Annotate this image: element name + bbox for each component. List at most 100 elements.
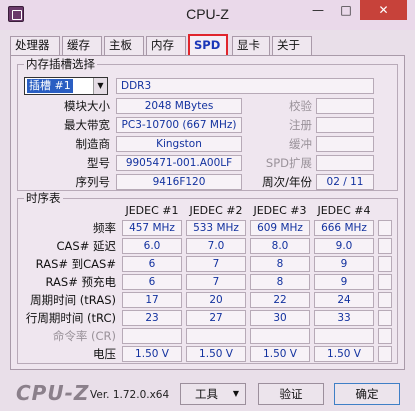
footer-bar: CPU-Z Ver. 1.72.0.x64 工具 ▼ 验证 确定 [0, 375, 415, 411]
tab-about[interactable]: 关于 [272, 36, 312, 55]
timing-cell [378, 220, 392, 236]
timing-cell [378, 256, 392, 272]
timing-cell [378, 292, 392, 308]
minimize-button[interactable]: — [304, 0, 332, 20]
max-bandwidth-field: PC3-10700 (667 MHz) [116, 117, 242, 133]
timing-cell: 609 MHz [250, 220, 310, 236]
timing-cell: 6 [122, 274, 182, 290]
timing-row-label: RAS# 预充电 [45, 275, 116, 289]
tools-button-label: 工具 [195, 387, 218, 401]
slot-select[interactable]: 插槽 #1 ▼ [24, 77, 108, 95]
registered-label: 注册 [289, 118, 312, 132]
timing-cell: 1.50 V [314, 346, 374, 362]
timing-cell: 1.50 V [250, 346, 310, 362]
timing-cell: 666 MHz [314, 220, 374, 236]
timing-cell: 7 [186, 256, 246, 272]
column-jedec-1: JEDEC #1 [125, 204, 179, 217]
tab-processor[interactable]: 处理器 [10, 36, 60, 55]
timing-cell [314, 328, 374, 344]
memory-slot-legend: 内存插槽选择 [24, 57, 97, 71]
module-size-field: 2048 MBytes [116, 98, 242, 114]
slot-select-value: 插槽 #1 [27, 79, 73, 93]
validate-button[interactable]: 验证 [258, 383, 324, 405]
spd-ext-field [316, 155, 374, 171]
tab-memory[interactable]: 内存 [146, 36, 186, 55]
registered-field [316, 117, 374, 133]
serial-number-field: 9416F120 [116, 174, 242, 190]
tab-graphics[interactable]: 显卡 [232, 36, 270, 55]
timing-cell: 33 [314, 310, 374, 326]
timing-cell: 6.0 [122, 238, 182, 254]
timing-row-label: 电压 [93, 347, 116, 361]
buffered-label: 缓冲 [289, 137, 312, 151]
correction-label: 校验 [289, 99, 312, 113]
timing-cell: 9 [314, 274, 374, 290]
maximize-button[interactable]: □ [332, 0, 360, 20]
serial-number-label: 序列号 [75, 175, 111, 189]
memory-type-field: DDR3 [116, 78, 374, 94]
part-number-field: 9905471-001.A00LF [116, 155, 242, 171]
memory-slot-group: 内存插槽选择 插槽 #1 ▼ DDR3 模块大小 2048 MBytes 校验 … [17, 57, 398, 191]
tab-mainboard[interactable]: 主板 [104, 36, 144, 55]
column-jedec-4: JEDEC #4 [317, 204, 371, 217]
timing-cell: 22 [250, 292, 310, 308]
timing-cell: 7.0 [186, 238, 246, 254]
timing-cell [378, 274, 392, 290]
part-number-label: 型号 [87, 156, 110, 170]
timing-cell: 9 [314, 256, 374, 272]
tools-button[interactable]: 工具 ▼ [180, 383, 246, 405]
timing-cell [378, 310, 392, 326]
timing-cell: 27 [186, 310, 246, 326]
timing-cell: 457 MHz [122, 220, 182, 236]
timing-cell [378, 328, 392, 344]
timing-row-label: 行周期时间 (tRC) [25, 311, 116, 325]
timing-cell [378, 238, 392, 254]
chevron-down-icon[interactable]: ▼ [93, 78, 107, 94]
timing-cell: 533 MHz [186, 220, 246, 236]
timing-cell: 7 [186, 274, 246, 290]
spd-ext-label: SPD扩展 [265, 156, 312, 170]
timing-cell: 9.0 [314, 238, 374, 254]
close-button[interactable]: ✕ [360, 0, 407, 20]
week-year-field: 02 / 11 [316, 174, 374, 190]
buffered-field [316, 136, 374, 152]
timings-legend: 时序表 [24, 191, 63, 205]
timing-cell: 23 [122, 310, 182, 326]
correction-field [316, 98, 374, 114]
timing-cell: 8 [250, 274, 310, 290]
tab-strip: 处理器 缓存 主板 内存 SPD 显卡 关于 [10, 34, 405, 56]
module-size-label: 模块大小 [64, 99, 110, 113]
max-bandwidth-label: 最大带宽 [64, 118, 110, 132]
column-jedec-2: JEDEC #2 [189, 204, 243, 217]
spd-panel: 内存插槽选择 插槽 #1 ▼ DDR3 模块大小 2048 MBytes 校验 … [10, 55, 405, 370]
timing-row-label: CAS# 延迟 [56, 239, 117, 253]
timing-cell: 24 [314, 292, 374, 308]
timing-cell: 8.0 [250, 238, 310, 254]
title-bar: CPU-Z — □ ✕ [0, 0, 415, 30]
tab-spd[interactable]: SPD [188, 34, 228, 56]
manufacturer-label: 制造商 [75, 137, 111, 151]
timing-cell [250, 328, 310, 344]
ok-button[interactable]: 确定 [334, 383, 400, 405]
version-label: Ver. 1.72.0.x64 [90, 389, 170, 401]
timing-cell: 20 [186, 292, 246, 308]
timing-cell [186, 328, 246, 344]
timing-row-label: RAS# 到CAS# [35, 257, 116, 271]
week-year-label: 周次/年份 [262, 175, 312, 189]
column-jedec-3: JEDEC #3 [253, 204, 307, 217]
timing-cell: 8 [250, 256, 310, 272]
timings-group: 时序表 JEDEC #1 JEDEC #2 JEDEC #3 JEDEC #4 … [17, 191, 398, 364]
dropdown-arrow-icon: ▼ [232, 389, 239, 398]
timing-cell [122, 328, 182, 344]
timing-cell: 17 [122, 292, 182, 308]
timing-cell: 30 [250, 310, 310, 326]
cpu-z-logo: CPU-Z [16, 381, 90, 405]
timing-cell: 6 [122, 256, 182, 272]
timing-cell: 1.50 V [122, 346, 182, 362]
manufacturer-field: Kingston [116, 136, 242, 152]
timing-row-label: 频率 [93, 221, 116, 235]
tab-cache[interactable]: 缓存 [62, 36, 102, 55]
timing-row-label: 周期时间 (tRAS) [30, 293, 116, 307]
timing-cell: 1.50 V [186, 346, 246, 362]
timing-row-label: 命令率 (CR) [52, 329, 116, 343]
